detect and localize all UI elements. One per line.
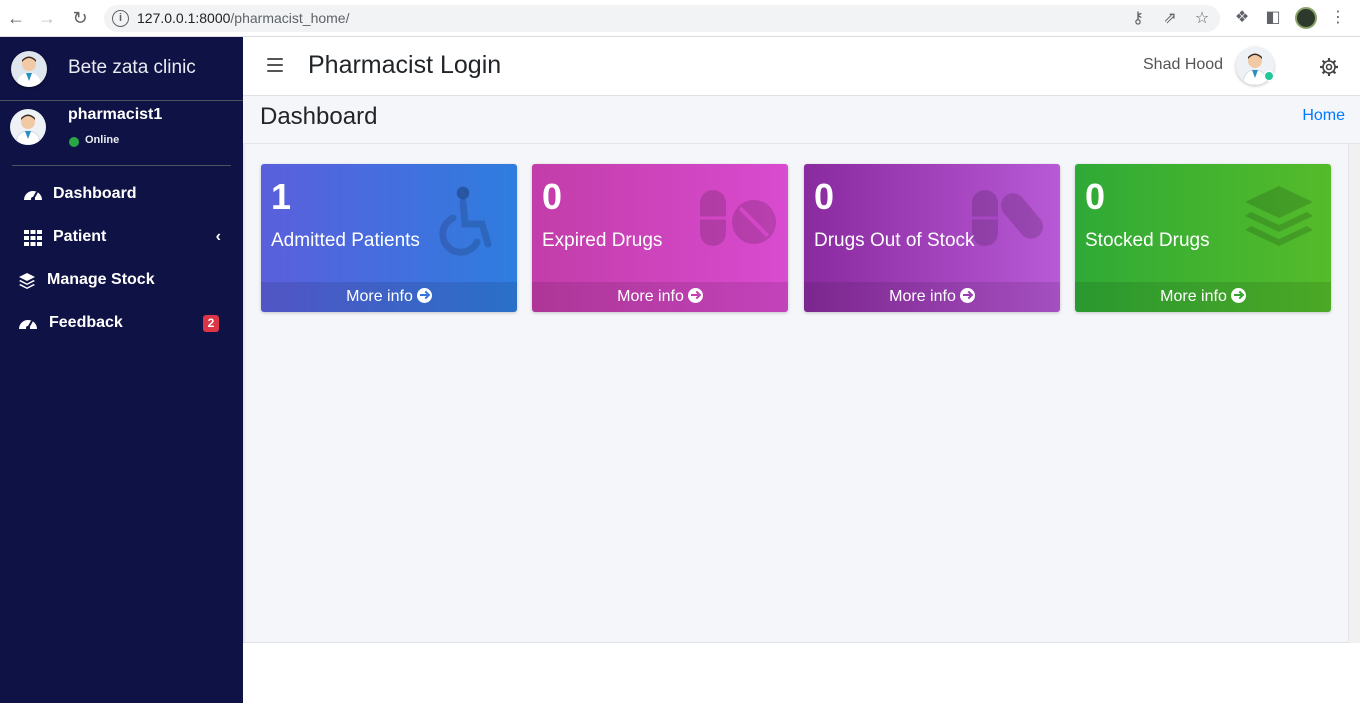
star-icon[interactable]: ☆ <box>1192 9 1212 29</box>
card-value: 0 <box>542 176 563 217</box>
more-info-label: More info <box>889 288 956 305</box>
side-panel-icon[interactable]: ◧ <box>1263 8 1283 28</box>
card-label: Stocked Drugs <box>1085 230 1210 251</box>
arrow-circle-right-icon <box>959 288 975 303</box>
card-label: Admitted Patients <box>271 230 420 251</box>
tachometer-icon <box>22 184 44 206</box>
grid-icon <box>22 227 44 249</box>
sidebar-item-label: Patient <box>53 228 107 245</box>
feedback-count-badge: 2 <box>203 315 219 332</box>
sidebar-item-label: Feedback <box>49 314 123 331</box>
url-text[interactable]: 127.0.0.1:8000/pharmacist_home/ <box>137 10 349 26</box>
chevron-left-icon: ‹ <box>215 228 221 245</box>
url-host: 127.0.0.1:8000 <box>137 10 231 26</box>
brand-logo <box>11 51 47 87</box>
drugs-out-of-stock-card: 0 Drugs Out of Stock More info <box>804 164 1060 312</box>
content-wrapper: Dashboard Home 1 Admitted Patients More … <box>243 96 1360 643</box>
sidebar-item-label: Dashboard <box>53 185 137 202</box>
menu-toggle-icon[interactable] <box>267 58 283 72</box>
more-info-link[interactable]: More info <box>804 282 1060 312</box>
address-bar[interactable]: i 127.0.0.1:8000/pharmacist_home/ ⚷ ⇗ ☆ <box>104 5 1220 32</box>
user-status: Online <box>85 134 120 146</box>
forward-icon[interactable]: → <box>36 7 58 29</box>
arrow-circle-right-icon <box>1230 288 1246 303</box>
arrow-circle-right-icon <box>416 288 432 303</box>
sidebar: Bete zata clinic pharmacist1 Online Dash… <box>0 37 243 703</box>
url-path: /pharmacist_home/ <box>230 10 350 26</box>
card-label: Drugs Out of Stock <box>814 230 975 251</box>
site-info-icon[interactable]: i <box>112 10 129 27</box>
nav-user-name[interactable]: Shad Hood <box>1143 56 1223 74</box>
card-value: 1 <box>271 176 292 217</box>
stocked-drugs-card: 0 Stocked Drugs More info <box>1075 164 1331 312</box>
card-value: 0 <box>1085 176 1106 217</box>
sidebar-item-label: Manage Stock <box>47 271 155 288</box>
more-info-link[interactable]: More info <box>532 282 788 312</box>
more-info-label: More info <box>346 288 413 305</box>
tachometer-icon <box>17 313 39 335</box>
card-label: Expired Drugs <box>542 230 663 251</box>
layers-icon <box>1241 182 1317 258</box>
share-icon[interactable]: ⇗ <box>1160 9 1180 29</box>
sidebar-item-feedback[interactable]: Feedback 2 <box>0 303 243 346</box>
user-panel: pharmacist1 Online <box>10 101 231 166</box>
online-status-icon <box>69 137 79 147</box>
brand-link[interactable]: Bete zata clinic <box>0 37 243 101</box>
sidebar-shadow <box>243 144 246 643</box>
top-navbar: Pharmacist Login Shad Hood <box>243 37 1360 96</box>
capsules-icon <box>970 182 1046 258</box>
breadcrumb-home[interactable]: Home <box>1302 107 1345 125</box>
key-icon[interactable]: ⚷ <box>1128 9 1148 29</box>
extensions-icon[interactable]: ❖ <box>1232 8 1252 28</box>
page-title: Pharmacist Login <box>308 51 502 79</box>
layers-icon <box>16 270 38 292</box>
dashboard-title: Dashboard <box>260 103 378 130</box>
profile-avatar[interactable] <box>1295 7 1317 29</box>
pills-icon <box>698 182 776 258</box>
admitted-patients-card: 1 Admitted Patients More info <box>261 164 517 312</box>
menu-kebab-icon[interactable]: ⋮ <box>1328 8 1348 28</box>
content-header: Dashboard Home <box>243 96 1360 144</box>
brand-text: Bete zata clinic <box>68 57 196 78</box>
reload-icon[interactable]: ↻ <box>69 7 91 29</box>
card-value: 0 <box>814 176 835 217</box>
sidebar-item-manage-stock[interactable]: Manage Stock <box>0 260 243 303</box>
wheelchair-icon <box>427 182 503 258</box>
browser-toolbar: ← → ↻ i 127.0.0.1:8000/pharmacist_home/ … <box>0 0 1360 37</box>
main-footer <box>243 643 1360 703</box>
online-status-icon <box>1264 71 1274 81</box>
gear-icon[interactable] <box>1319 57 1339 77</box>
arrow-circle-right-icon <box>687 288 703 303</box>
sidebar-menu: Dashboard Patient ‹ Manage Stock Feedbac… <box>0 174 243 346</box>
sidebar-item-patient[interactable]: Patient ‹ <box>0 217 243 260</box>
expired-drugs-card: 0 Expired Drugs More info <box>532 164 788 312</box>
user-name[interactable]: pharmacist1 <box>68 106 162 124</box>
avatar[interactable] <box>10 109 46 145</box>
more-info-link[interactable]: More info <box>261 282 517 312</box>
sidebar-item-dashboard[interactable]: Dashboard <box>0 174 243 217</box>
back-icon[interactable]: ← <box>5 7 27 29</box>
scrollbar[interactable] <box>1348 144 1360 643</box>
more-info-link[interactable]: More info <box>1075 282 1331 312</box>
more-info-label: More info <box>1160 288 1227 305</box>
more-info-label: More info <box>617 288 684 305</box>
